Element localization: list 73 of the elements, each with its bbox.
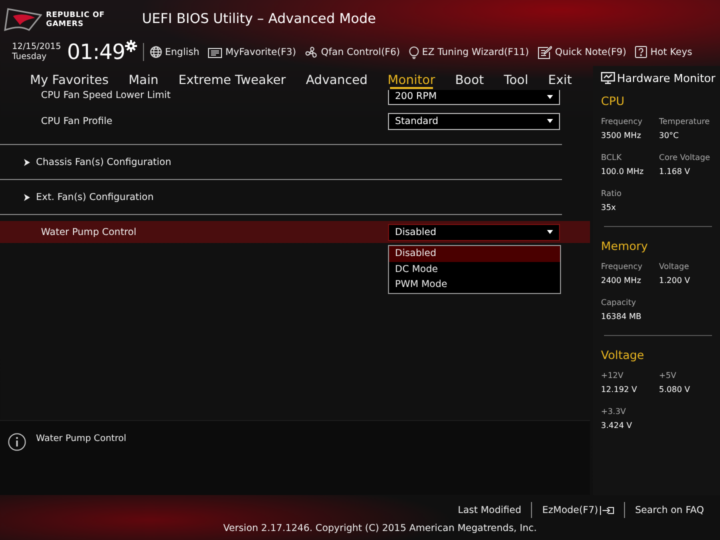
section-heading: CPU bbox=[601, 94, 626, 108]
reading-value: 30°C bbox=[659, 131, 680, 140]
reading-value: 3.424 V bbox=[601, 421, 633, 430]
reading-value: 35x bbox=[601, 203, 617, 212]
menu-tab[interactable]: Tool bbox=[494, 66, 538, 90]
toolbar-button[interactable]: Hot Keys bbox=[635, 46, 692, 58]
version-text: Version 2.17.1246. Copyright (C) 2015 American Megatrends, Inc. bbox=[222, 522, 538, 534]
reading-value: 12.192 V bbox=[601, 385, 638, 394]
menu-tab[interactable]: My Favorites bbox=[20, 66, 119, 90]
window-title: UEFI BIOS Utility – Advanced Mode bbox=[142, 11, 376, 27]
panel-title: Hardware Monitor bbox=[617, 72, 716, 84]
toolbar-button[interactable]: English bbox=[150, 46, 200, 58]
dropdown-select[interactable]: Disabled bbox=[388, 224, 560, 240]
menu-tab[interactable]: Boot bbox=[445, 66, 494, 90]
reading-label: Voltage bbox=[659, 262, 690, 271]
menu-tab[interactable]: Exit bbox=[538, 66, 582, 90]
menu-tab[interactable]: Advanced bbox=[296, 66, 378, 90]
setting-label: Water Pump Control bbox=[41, 226, 138, 238]
date-text: 12/15/2015 bbox=[12, 42, 61, 52]
reading-label: Capacity bbox=[601, 298, 637, 307]
menu-tab[interactable]: Extreme Tweaker bbox=[168, 66, 296, 90]
reading-label: Frequency bbox=[601, 117, 644, 126]
eye-logo-icon bbox=[4, 6, 42, 32]
exit-arrow-icon bbox=[600, 504, 614, 516]
fan-icon bbox=[305, 46, 318, 58]
dropdown-option[interactable]: DC Mode bbox=[389, 262, 560, 277]
toolbar-button[interactable]: Quick Note(F9) bbox=[538, 46, 626, 58]
reading-label: +5V bbox=[659, 371, 678, 380]
dropdown-option[interactable]: PWM Mode bbox=[389, 277, 560, 292]
reading-value: 100.0 MHz bbox=[601, 167, 645, 176]
reading-value: 2400 MHz bbox=[601, 276, 642, 285]
toolbar-button[interactable]: MyFavorite(F3) bbox=[208, 46, 296, 58]
reading-value: 1.168 V bbox=[659, 167, 691, 176]
reading-value: 1.200 V bbox=[659, 276, 691, 285]
lightbulb-icon bbox=[409, 46, 419, 58]
reading-label: +3.3V bbox=[601, 407, 627, 416]
day-text: Tuesday bbox=[12, 52, 48, 62]
reading-value: 3500 MHz bbox=[601, 131, 642, 140]
submenu-link[interactable]: Ext. Fan(s) Configuration bbox=[24, 192, 154, 202]
setting-label: CPU Fan Speed Lower Limit bbox=[41, 90, 172, 101]
monitor-icon bbox=[601, 72, 615, 84]
chevron-icon bbox=[24, 158, 30, 166]
section-heading: Memory bbox=[601, 239, 649, 253]
reading-label: Temperature bbox=[659, 117, 711, 126]
dropdown-select[interactable]: 200 RPM bbox=[388, 90, 560, 105]
reading-value: 5.080 V bbox=[659, 385, 691, 394]
setting-label: CPU Fan Profile bbox=[41, 116, 114, 126]
dropdown-select[interactable]: Standard bbox=[388, 112, 560, 130]
reading-label: +12V bbox=[601, 371, 624, 380]
submenu-link[interactable]: Chassis Fan(s) Configuration bbox=[24, 156, 172, 168]
footer-link[interactable]: Last Modified bbox=[448, 502, 532, 518]
reading-label: Ratio bbox=[601, 189, 623, 198]
section-heading: Voltage bbox=[601, 348, 646, 362]
reading-value: 16384 MB bbox=[601, 312, 642, 321]
menu-tab[interactable]: Main bbox=[118, 66, 168, 90]
reading-label: BCLK bbox=[601, 153, 623, 162]
note-pencil-icon bbox=[538, 46, 552, 58]
list-card-icon bbox=[208, 46, 222, 58]
info-icon bbox=[8, 433, 26, 451]
footer-link[interactable]: Search on FAQ bbox=[624, 502, 714, 518]
chevron-icon bbox=[24, 194, 30, 200]
menu-tab[interactable]: Monitor bbox=[378, 66, 446, 90]
footer-link[interactable]: EzMode(F7) bbox=[531, 502, 624, 518]
gear-icon bbox=[125, 40, 138, 52]
reading-label: Core Voltage bbox=[659, 153, 712, 162]
toolbar-button[interactable]: EZ Tuning Wizard(F11) bbox=[409, 46, 530, 58]
clock-time: 01:49 bbox=[67, 40, 126, 64]
dropdown-option[interactable]: Disabled bbox=[389, 246, 560, 262]
help-icon bbox=[635, 46, 648, 58]
help-text: Water Pump Control bbox=[36, 434, 126, 444]
globe-icon bbox=[150, 46, 162, 58]
reading-label: Frequency bbox=[601, 262, 644, 271]
toolbar-button[interactable]: Qfan Control(F6) bbox=[305, 46, 400, 58]
